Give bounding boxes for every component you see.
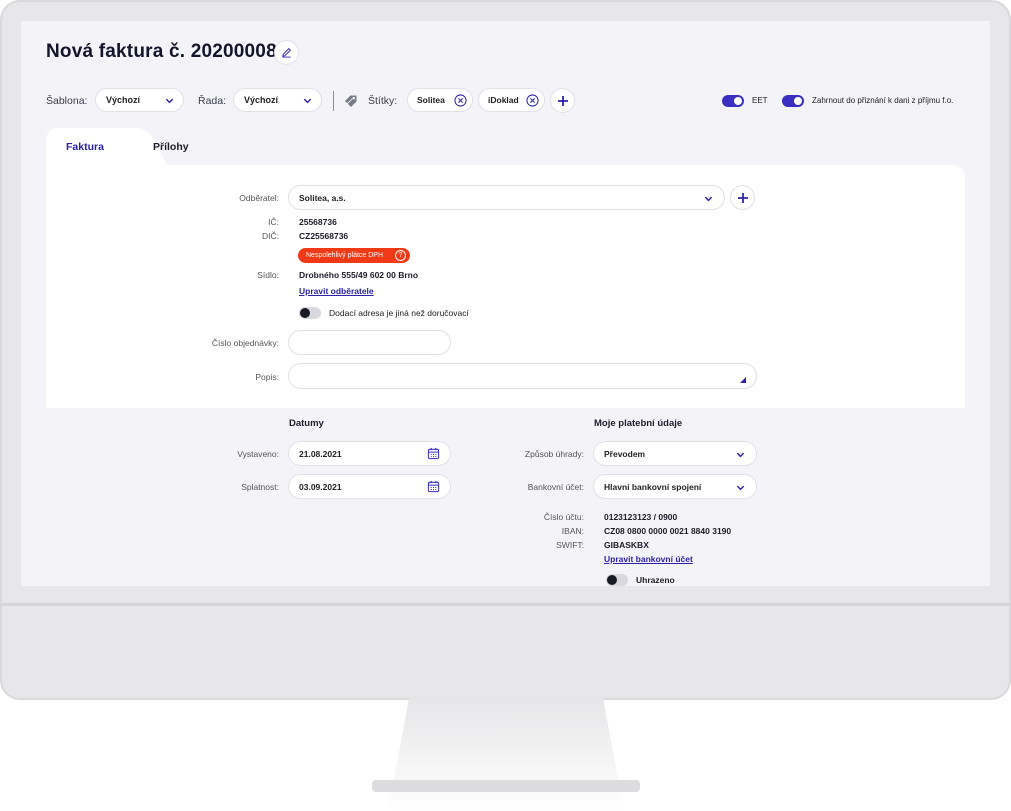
order-number-label: Číslo objednávky: — [211, 338, 279, 348]
payment-method-label: Způsob úhrady: — [524, 449, 584, 459]
due-label: Splatnost: — [241, 482, 279, 492]
bank-account-label: Bankovní účet: — [527, 482, 584, 492]
issued-label: Vystaveno: — [237, 449, 279, 459]
add-customer-button[interactable] — [730, 185, 755, 210]
eet-label: EET — [752, 96, 768, 105]
monitor-chin-line — [0, 603, 1011, 606]
unreliable-vat-badge: Nespolehlivý plátce DPH ? — [298, 248, 410, 263]
chevron-down-icon — [736, 485, 745, 491]
address-value: Drobného 555/49 602 00 Brno — [299, 270, 419, 280]
tab-prilohy[interactable]: Přílohy — [153, 141, 189, 153]
customer-label: Odběratel: — [239, 193, 279, 203]
series-select-value: Výchozí — [244, 95, 279, 105]
customer-select[interactable]: Solitea, a.s. — [288, 185, 725, 210]
help-icon[interactable]: ? — [395, 250, 406, 261]
payment-heading: Moje platební údaje — [594, 418, 683, 429]
delivery-address-toggle[interactable] — [299, 307, 321, 319]
due-date-input[interactable]: 03.09.2021 — [288, 474, 451, 499]
template-select-value: Výchozí — [106, 95, 141, 105]
dic-label: DIČ: — [262, 231, 279, 241]
tag-chip: Solitea — [407, 88, 473, 112]
plus-icon — [557, 95, 568, 106]
swift-value: GIBASKBX — [604, 540, 649, 550]
monitor-base — [372, 780, 640, 792]
remove-tag-icon[interactable] — [454, 94, 467, 107]
chevron-down-icon — [165, 98, 174, 104]
account-number-value: 0123123123 / 0900 — [604, 512, 678, 522]
issued-date-value: 21.08.2021 — [299, 448, 342, 459]
ic-value: 25568736 — [299, 217, 337, 227]
ic-label: IČ: — [268, 217, 279, 227]
bank-account-value: Hlavní bankovní spojení — [604, 481, 702, 492]
tags-label: Štítky: — [368, 95, 398, 107]
resize-handle-icon[interactable] — [740, 377, 746, 383]
payment-method-value: Převodem — [604, 448, 646, 459]
chevron-down-icon — [704, 196, 713, 202]
iban-label: IBAN: — [561, 526, 584, 536]
iban-value: CZ08 0800 0000 0021 8840 3190 — [604, 526, 732, 536]
tag-chip: iDoklad — [478, 88, 545, 112]
page-title: Nová faktura č. 20200008 — [46, 41, 277, 62]
monitor-stand — [388, 697, 624, 811]
tag-chip-label: Solitea — [417, 95, 445, 105]
chevron-down-icon — [303, 98, 312, 104]
toolbar-divider — [333, 91, 334, 111]
template-label: Šablona: — [46, 95, 88, 107]
edit-customer-link[interactable]: Upravit odběratele — [299, 286, 374, 296]
tag-icon — [345, 95, 357, 107]
account-number-label: Číslo účtu: — [543, 512, 584, 522]
series-select[interactable]: Výchozí — [233, 88, 322, 112]
swift-label: SWIFT: — [556, 540, 584, 550]
description-label: Popis: — [255, 372, 279, 382]
edit-title-button[interactable] — [274, 40, 299, 65]
plus-icon — [737, 192, 748, 203]
tag-chip-label: iDoklad — [488, 95, 519, 105]
eet-toggle[interactable] — [722, 95, 744, 107]
add-tag-button[interactable] — [550, 88, 575, 113]
edit-bank-account-link[interactable]: Upravit bankovní účet — [604, 554, 693, 564]
template-select[interactable]: Výchozí — [95, 88, 184, 112]
payment-method-select[interactable]: Převodem — [593, 441, 757, 466]
dic-value: CZ25568736 — [299, 231, 349, 241]
tab-faktura-label[interactable]: Faktura — [66, 141, 104, 153]
tax-return-toggle[interactable] — [782, 95, 804, 107]
app-screen: Nová faktura č. 20200008 Šablona: Výchoz… — [21, 21, 990, 586]
unreliable-vat-badge-text: Nespolehlivý plátce DPH — [306, 252, 384, 259]
paid-label: Uhrazeno — [636, 575, 675, 585]
pencil-icon — [282, 47, 292, 58]
customer-select-value: Solitea, a.s. — [299, 192, 346, 203]
order-number-input[interactable] — [288, 330, 451, 355]
delivery-address-label: Dodací adresa je jiná než doručovací — [329, 308, 469, 318]
series-label: Řada: — [198, 95, 227, 107]
description-textarea[interactable] — [288, 363, 757, 389]
paid-toggle[interactable] — [606, 574, 628, 586]
chevron-down-icon — [736, 452, 745, 458]
due-date-value: 03.09.2021 — [299, 481, 342, 492]
tax-return-label: Zahrnout do přiznání k dani z příjmu f.o… — [812, 96, 954, 105]
address-label: Sídlo: — [257, 270, 279, 280]
issued-date-input[interactable]: 21.08.2021 — [288, 441, 451, 466]
bank-account-select[interactable]: Hlavní bankovní spojení — [593, 474, 757, 499]
dates-heading: Datumy — [289, 418, 324, 429]
remove-tag-icon[interactable] — [526, 94, 539, 107]
